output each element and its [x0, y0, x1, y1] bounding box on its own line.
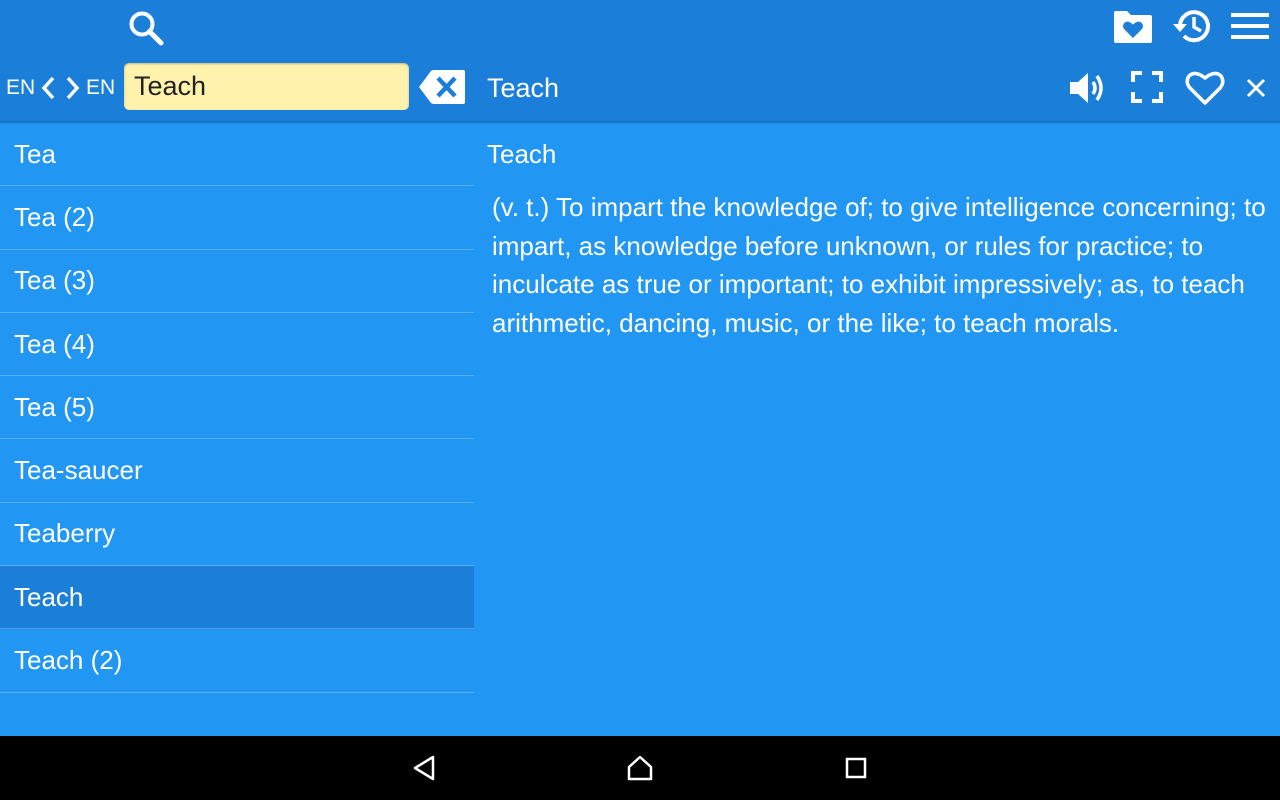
- close-icon: [1246, 78, 1266, 98]
- chevron-left-icon[interactable]: [38, 72, 58, 104]
- home-nav-icon: [627, 755, 653, 781]
- source-language[interactable]: EN: [6, 70, 35, 106]
- favorites-folder-icon: [1114, 11, 1152, 43]
- search-icon: [129, 11, 164, 46]
- history-button[interactable]: [1168, 4, 1216, 48]
- search-button[interactable]: [124, 6, 168, 50]
- history-icon: [1173, 10, 1210, 43]
- recents-nav-icon: [845, 757, 867, 779]
- recents-nav-button[interactable]: [836, 748, 876, 788]
- list-item[interactable]: Tea: [0, 123, 474, 187]
- system-navigation-bar: [0, 736, 1280, 800]
- definition-panel: Teach (v. t.) To impart the knowledge of…: [474, 123, 1280, 736]
- list-item-selected[interactable]: Teach: [0, 566, 474, 630]
- current-word-title: Teach: [487, 73, 560, 103]
- word-list: Tea Tea (2) Tea (3) Tea (4) Tea (5) Tea-…: [0, 123, 474, 736]
- search-input[interactable]: [124, 63, 409, 110]
- favorite-button[interactable]: [1182, 66, 1228, 110]
- speak-button[interactable]: [1066, 66, 1110, 110]
- back-nav-icon: [413, 755, 435, 781]
- definition-title: Teach: [487, 139, 557, 169]
- fullscreen-icon: [1131, 71, 1163, 103]
- list-item[interactable]: Tea (4): [0, 313, 474, 377]
- fullscreen-button[interactable]: [1126, 66, 1168, 108]
- definition-text: (v. t.) To impart the knowledge of; to g…: [492, 192, 1266, 339]
- list-item[interactable]: Tea (3): [0, 250, 474, 313]
- favorites-folder-button[interactable]: [1110, 6, 1156, 48]
- top-toolbar: EN EN Teach: [0, 0, 1280, 121]
- list-item[interactable]: Tea-saucer: [0, 439, 474, 503]
- chevron-right-icon[interactable]: [63, 72, 83, 104]
- list-item[interactable]: Teach (2): [0, 629, 474, 693]
- speaker-icon: [1070, 73, 1103, 103]
- search-field[interactable]: [124, 63, 409, 110]
- clear-input-icon: [419, 70, 465, 104]
- menu-icon: [1231, 13, 1269, 39]
- list-item[interactable]: Teaberry: [0, 503, 474, 567]
- clear-search-button[interactable]: [416, 66, 468, 108]
- back-nav-button[interactable]: [404, 748, 444, 788]
- list-item[interactable]: Tea (5): [0, 376, 474, 440]
- list-item[interactable]: Tea (2): [0, 186, 474, 250]
- menu-button[interactable]: [1228, 6, 1272, 46]
- target-language[interactable]: EN: [86, 70, 115, 106]
- home-nav-button[interactable]: [620, 748, 660, 788]
- close-definition-button[interactable]: [1240, 72, 1272, 104]
- heart-icon: [1185, 71, 1225, 105]
